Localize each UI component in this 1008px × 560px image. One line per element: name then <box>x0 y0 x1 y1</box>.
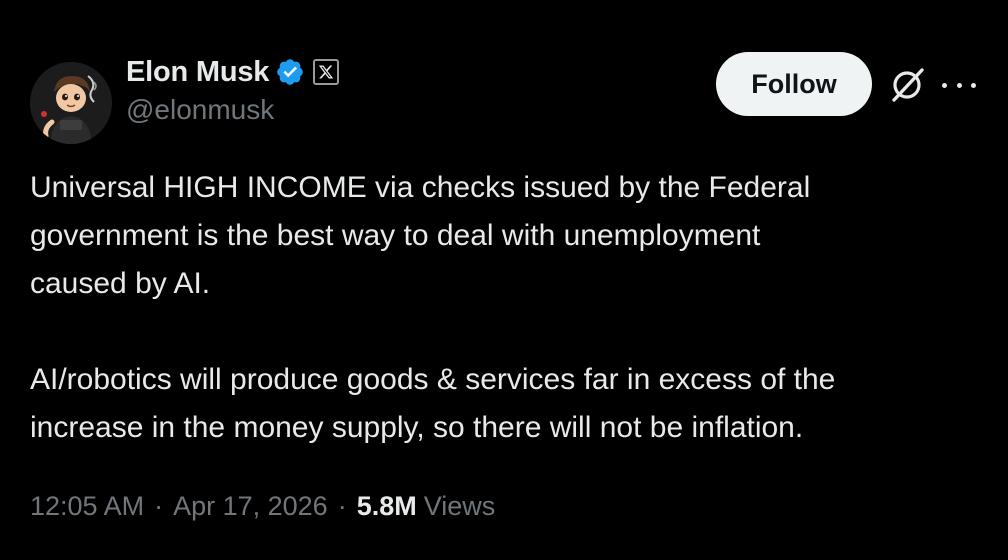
more-dot <box>942 82 947 88</box>
tweet-meta: 12:05 AM · Apr 17, 2026 · 5.8M Views <box>30 486 495 526</box>
tweet-line: Universal HIGH INCOME via checks issued … <box>30 171 811 204</box>
tweet-text: Universal HIGH INCOME via checks issued … <box>30 164 990 452</box>
grok-icon[interactable] <box>886 64 928 106</box>
tweet-card: Elon Musk @elonmusk Follow Universal HIG… <box>0 0 1008 560</box>
x-logo-icon[interactable] <box>313 59 340 85</box>
verified-badge-icon[interactable] <box>275 57 305 87</box>
tweet-line: caused by AI. <box>30 267 211 300</box>
more-dot <box>971 82 976 88</box>
tweet-line: government is the best way to deal with … <box>30 219 761 252</box>
views-label: Views <box>423 490 496 521</box>
avatar[interactable] <box>30 62 112 144</box>
views-count[interactable]: 5.8M <box>357 491 417 522</box>
more-dot <box>956 82 962 88</box>
meta-separator: · <box>337 490 347 521</box>
more-icon[interactable] <box>942 70 976 100</box>
author-name[interactable]: Elon Musk <box>126 56 269 89</box>
author-handle[interactable]: @elonmusk <box>126 94 274 126</box>
cartoon-avatar-icon <box>30 62 112 144</box>
tweet-line: increase in the money supply, so there w… <box>30 411 804 444</box>
follow-button[interactable]: Follow <box>716 52 872 116</box>
author-name-row: Elon Musk <box>126 52 340 92</box>
meta-separator: · <box>154 490 164 521</box>
tweet-time[interactable]: 12:05 AM <box>30 491 144 522</box>
tweet-line: AI/robotics will produce goods & service… <box>30 363 836 396</box>
tweet-date[interactable]: Apr 17, 2026 <box>173 491 328 522</box>
